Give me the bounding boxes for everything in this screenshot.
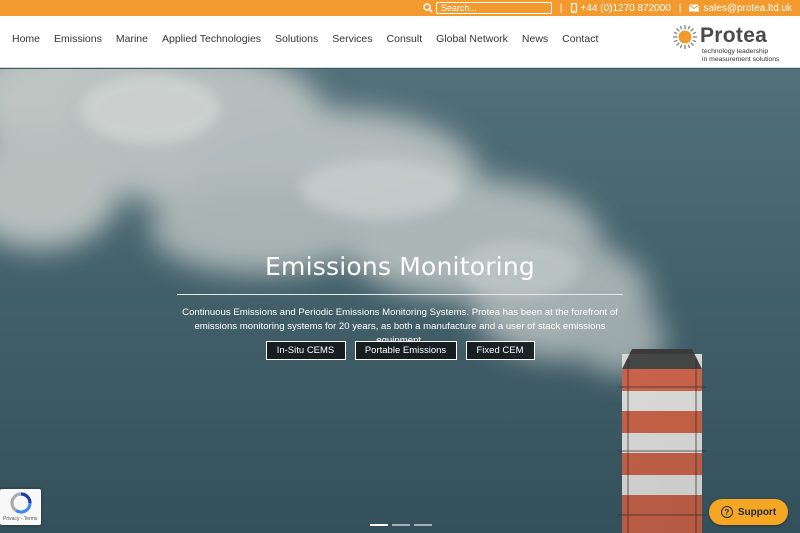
hero-background-image [0,69,706,533]
recaptcha-icon [10,492,32,514]
main-navigation-bar: Home Emissions Marine Applied Technologi… [0,16,800,68]
nav-contact[interactable]: Contact [562,33,598,45]
logo-tagline-line-2: in measurement solutions [702,55,780,63]
slider-dot-3[interactable] [414,524,432,526]
email-address: sales@protea.ltd.uk [703,2,792,14]
slider-dot-1[interactable] [370,524,388,526]
support-button[interactable]: ? Support [709,499,788,525]
nav-marine[interactable]: Marine [116,33,148,45]
nav-emissions[interactable]: Emissions [54,33,102,45]
recaptcha-badge[interactable]: Privacy - Terms [0,489,41,525]
main-nav: Home Emissions Marine Applied Technologi… [12,33,612,45]
portable-emissions-button[interactable]: Portable Emissions [354,341,457,360]
logo-tagline-line-1: technology leadership [702,48,769,55]
support-label: Support [737,506,777,518]
phone-link[interactable]: +44 (0)1270 872000 [570,2,671,14]
sunburst-logo-icon [673,25,697,49]
search-input[interactable] [435,2,552,14]
logo-tagline: technology leadership in measurement sol… [702,48,797,63]
hero-title: Emissions Monitoring [265,252,535,281]
search-icon[interactable] [423,3,433,13]
slider-pagination [370,524,432,526]
nav-global-network[interactable]: Global Network [436,33,508,45]
hero-button-group: In-Situ CEMS Portable Emissions Fixed CE… [0,341,800,360]
nav-services[interactable]: Services [332,33,372,45]
nav-applied-technologies[interactable]: Applied Technologies [162,33,261,45]
phone-icon [570,3,577,13]
recaptcha-links[interactable]: Privacy - Terms [3,516,37,522]
email-link[interactable]: sales@protea.ltd.uk [689,3,792,14]
question-icon: ? [720,506,733,518]
nav-home[interactable]: Home [12,33,40,45]
hero-slider: Emissions Monitoring Continuous Emission… [0,69,800,533]
chimney [618,349,706,533]
fixed-cem-button[interactable]: Fixed CEM [465,341,535,360]
search-area [423,2,552,14]
separator: | [559,2,563,14]
nav-solutions[interactable]: Solutions [275,33,318,45]
hero-divider [177,294,623,295]
protea-logo[interactable]: Protea technology leadership in measurem… [672,22,792,64]
slider-dot-2[interactable] [392,524,410,526]
in-situ-cems-button[interactable]: In-Situ CEMS [265,341,346,360]
top-bar: | +44 (0)1270 872000 | sales@protea.ltd.… [0,0,800,16]
nav-news[interactable]: News [522,33,548,45]
logo-wordmark: Protea [700,24,768,47]
separator: | [678,2,682,14]
phone-number: +44 (0)1270 872000 [580,2,671,14]
nav-consult[interactable]: Consult [387,33,423,45]
envelope-icon [689,4,700,12]
